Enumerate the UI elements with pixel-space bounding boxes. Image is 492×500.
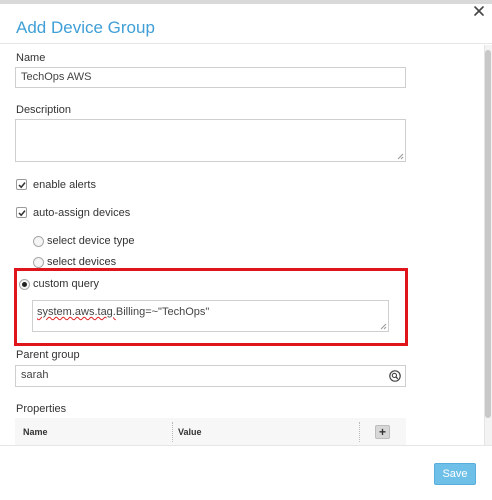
radio-label-custom-query: custom query	[33, 278, 100, 290]
close-icon[interactable]	[472, 4, 486, 18]
radio-select-devices[interactable]	[33, 257, 44, 268]
enable-alerts-checkbox[interactable]	[16, 179, 27, 190]
query-text: Billing=~"TechOps"	[115, 306, 210, 318]
column-divider	[172, 422, 173, 442]
properties-table-header: Name Value +	[15, 418, 406, 446]
enable-alerts-label: enable alerts	[33, 179, 96, 191]
radio-select-device-type[interactable]	[33, 236, 44, 247]
search-icon[interactable]	[389, 370, 401, 382]
radio-label-devices: select devices	[47, 256, 117, 268]
description-textarea[interactable]	[15, 119, 406, 162]
resize-grip-icon[interactable]	[397, 153, 404, 160]
parent-group-label: Parent group	[16, 349, 80, 361]
parent-group-value: sarah	[21, 369, 49, 381]
radio-label-device-type: select device type	[47, 235, 135, 247]
add-property-button[interactable]: +	[375, 425, 390, 439]
auto-assign-checkbox[interactable]	[16, 207, 27, 218]
dialog-title: Add Device Group	[16, 18, 155, 37]
checkmark-icon	[18, 182, 26, 189]
save-button[interactable]: Save	[434, 463, 476, 485]
custom-query-input[interactable]: system.aws.tag.Billing=~"TechOps"	[32, 300, 389, 332]
resize-grip-icon[interactable]	[380, 323, 387, 330]
column-divider	[359, 422, 360, 442]
parent-group-input[interactable]: sarah	[15, 365, 406, 387]
name-input[interactable]: TechOps AWS	[15, 67, 406, 88]
dialog-header: Add Device Group	[0, 4, 492, 44]
column-header-name: Name	[23, 427, 48, 437]
properties-label: Properties	[16, 403, 67, 415]
scrollbar-thumb[interactable]	[485, 50, 491, 418]
checkmark-icon	[18, 210, 26, 217]
radio-custom-query[interactable]	[19, 279, 30, 290]
column-header-value: Value	[178, 427, 202, 437]
description-label: Description	[16, 104, 72, 116]
auto-assign-label: auto-assign devices	[33, 207, 131, 219]
dialog-footer	[0, 445, 492, 500]
name-label: Name	[16, 52, 46, 64]
query-text-misspelled: system.aws.tag.	[37, 306, 116, 318]
